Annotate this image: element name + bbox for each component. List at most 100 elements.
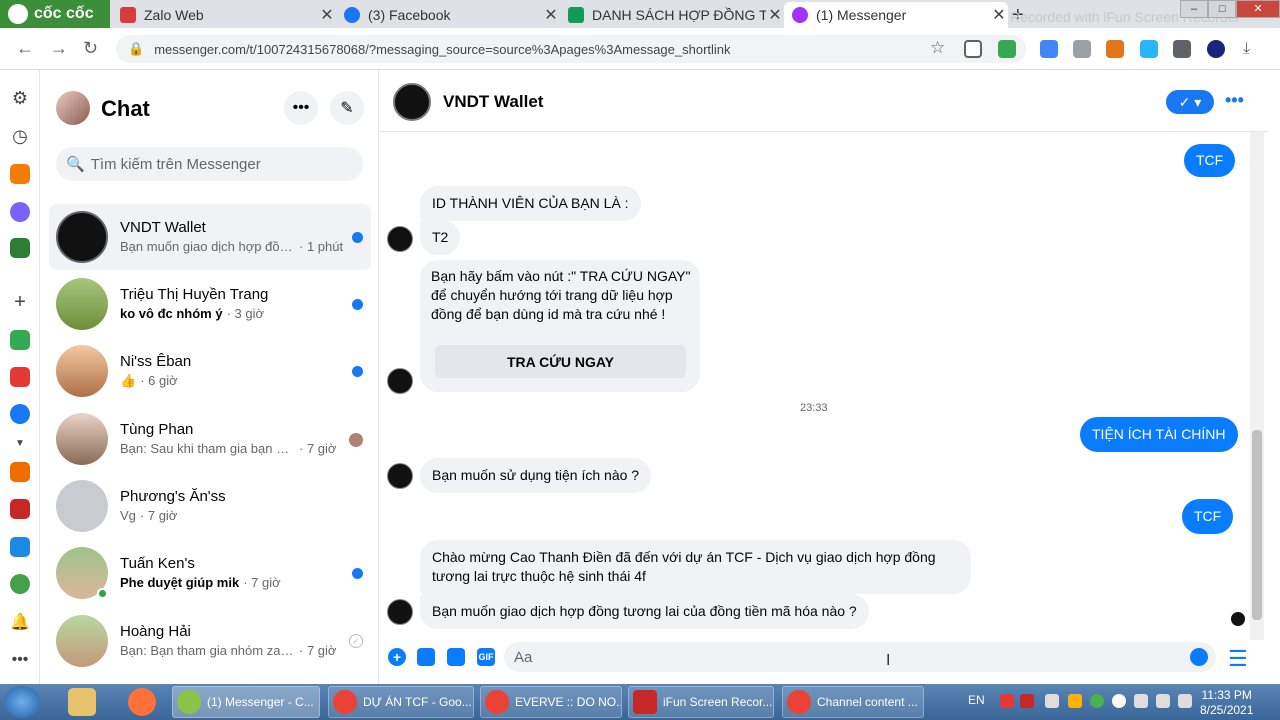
emoji-icon[interactable]: [1190, 648, 1208, 666]
youtube-icon[interactable]: [10, 367, 30, 387]
message-input[interactable]: Aa: [504, 642, 1216, 672]
tab-messenger[interactable]: (1) Messenger ✕: [784, 2, 1008, 28]
tray-icon[interactable]: [1112, 694, 1126, 708]
conversation-item[interactable]: Phương's Ăn'ss Vg · 7 giờ: [49, 473, 371, 539]
taskbar-item[interactable]: iFun Screen Recor...: [628, 686, 774, 718]
shopping-icon[interactable]: [10, 462, 30, 482]
extension-bird-icon[interactable]: [1140, 40, 1158, 58]
tab-sheets[interactable]: DANH SÁCH HỢP ĐỒNG TU ✕: [560, 2, 784, 28]
conversation-item[interactable]: Triệu Thị Huyền Trang ko vô đc nhóm ý · 3…: [49, 271, 371, 337]
avatar[interactable]: [393, 83, 431, 121]
close-icon[interactable]: ✕: [318, 5, 336, 25]
tray-icon[interactable]: [1020, 694, 1034, 708]
facebook-rail-icon[interactable]: [10, 404, 30, 424]
add-icon[interactable]: +: [10, 291, 30, 313]
back-icon[interactable]: ←: [16, 38, 34, 59]
coccoc-icon: [177, 690, 201, 714]
bookmark-star-icon[interactable]: ☆: [930, 38, 945, 58]
incoming-message[interactable]: Bạn muốn giao dịch hợp đồng tương lai củ…: [420, 594, 869, 629]
conversation-item[interactable]: Tuấn Ken's Phe duyệt giúp mik · 7 giờ: [49, 540, 371, 606]
close-window-icon[interactable]: ✕: [1236, 0, 1280, 18]
tray-icon[interactable]: [1000, 694, 1014, 708]
taskbar-item[interactable]: EVERVE :: DO NO...: [480, 686, 622, 718]
clock[interactable]: 11:33 PM 8/25/2021: [1200, 688, 1253, 718]
taskbar-item[interactable]: (1) Messenger - C...: [172, 686, 320, 718]
taskbar-item[interactable]: Channel content ...: [782, 686, 924, 718]
conversation-time: · 1 phút: [299, 239, 344, 254]
messenger-rail-icon[interactable]: [10, 202, 30, 222]
download-icon[interactable]: ⤓: [1243, 40, 1261, 58]
tray-icon[interactable]: [1045, 694, 1059, 708]
shield-icon[interactable]: [964, 40, 982, 58]
maximize-icon[interactable]: □: [1208, 0, 1237, 18]
plus-icon[interactable]: +: [388, 648, 406, 666]
conversation-name: Phương's Ăn'ss: [120, 488, 226, 505]
conversation-name: VNDT Wallet: [120, 219, 206, 236]
file-explorer-icon[interactable]: [68, 688, 96, 716]
incoming-message[interactable]: ID THÀNH VIÊN CỦA BẠN LÀ :: [420, 186, 641, 221]
conversation-item[interactable]: Tùng Phan Bạn: Sau khi tham gia bạn sẽ đ…: [49, 406, 371, 472]
close-icon[interactable]: ✕: [542, 5, 560, 25]
conversation-title[interactable]: VNDT Wallet: [443, 92, 543, 112]
check-dropdown-button[interactable]: ✓ ▾: [1166, 90, 1214, 114]
incoming-message[interactable]: T2: [420, 220, 461, 255]
gif-icon[interactable]: GIF: [477, 648, 495, 666]
scrollbar-thumb[interactable]: [1252, 430, 1262, 620]
close-icon[interactable]: ✕: [990, 5, 1008, 25]
volume-icon[interactable]: [1134, 694, 1148, 708]
image-icon[interactable]: [417, 648, 435, 666]
avatar[interactable]: [56, 91, 90, 125]
tray-icon[interactable]: [1090, 694, 1104, 708]
more-options-icon[interactable]: •••: [1225, 90, 1244, 111]
drive-icon[interactable]: [10, 330, 30, 350]
chevron-down-icon[interactable]: ▼: [10, 433, 30, 453]
puzzle-icon[interactable]: [1173, 40, 1191, 58]
crown-icon[interactable]: [10, 164, 30, 184]
profile-icon[interactable]: [1207, 40, 1225, 58]
new-message-button[interactable]: ✎: [330, 91, 364, 125]
tray-icon[interactable]: [1068, 694, 1082, 708]
outgoing-message[interactable]: TCF: [1182, 499, 1234, 534]
history-icon[interactable]: ◷: [10, 126, 30, 146]
more-icon[interactable]: •••: [10, 650, 30, 670]
game-icon[interactable]: [10, 238, 30, 258]
outgoing-message[interactable]: TIỆN ÍCH TÀI CHÍNH: [1080, 417, 1238, 452]
incoming-message[interactable]: Chào mừng Cao Thanh Điền đã đến với dự á…: [420, 540, 971, 594]
lookup-now-button[interactable]: TRA CỨU NGAY: [435, 345, 686, 378]
bell-icon[interactable]: 🔔: [10, 612, 30, 632]
sender-avatar: [387, 599, 413, 625]
metamask-icon[interactable]: [1106, 40, 1124, 58]
menu-icon[interactable]: ☰: [1228, 646, 1248, 672]
network-icon[interactable]: [1178, 694, 1192, 708]
conversation-item[interactable]: VNDT Wallet Bạn muốn giao dịch hợp đồn..…: [49, 204, 371, 270]
soccer-icon[interactable]: [10, 574, 30, 594]
search-input[interactable]: 🔍 Tìm kiếm trên Messenger: [56, 147, 363, 181]
tiki-icon[interactable]: [10, 537, 30, 557]
forward-icon[interactable]: →: [50, 38, 68, 59]
close-icon[interactable]: ✕: [766, 5, 784, 25]
browser-logo[interactable]: cốc cốc: [0, 0, 110, 28]
options-button[interactable]: •••: [284, 91, 318, 125]
tray-icon[interactable]: [1156, 694, 1170, 708]
conversation-item[interactable]: Hoàng Hải Bạn: Bạn tham gia nhóm zalo h.…: [49, 608, 371, 674]
taskbar-item[interactable]: DỰ ÁN TCF - Goo...: [328, 686, 474, 718]
start-button[interactable]: [4, 686, 40, 718]
extension-translate-icon[interactable]: [1040, 40, 1058, 58]
chrome-icon: [787, 690, 811, 714]
settings-icon[interactable]: ⚙: [10, 88, 30, 108]
sticker-icon[interactable]: [447, 648, 465, 666]
vtv-icon[interactable]: [10, 499, 30, 519]
conversation-name: Ni'ss Êban: [120, 353, 192, 370]
download-arrow-icon[interactable]: [998, 40, 1016, 58]
address-bar[interactable]: 🔒 messenger.com/t/100724315678068/?messa…: [116, 35, 1026, 63]
firefox-icon[interactable]: [128, 688, 156, 716]
extension-icon[interactable]: [1073, 40, 1091, 58]
minimize-icon[interactable]: –: [1180, 0, 1209, 18]
outgoing-message[interactable]: TCF: [1184, 144, 1236, 177]
reload-icon[interactable]: ↻: [83, 38, 98, 59]
language-indicator[interactable]: EN: [968, 693, 985, 707]
incoming-message[interactable]: Bạn muốn sử dụng tiện ích nào ?: [420, 458, 652, 493]
conversation-item[interactable]: Ni'ss Êban 👍 · 6 giờ: [49, 338, 371, 404]
tab-facebook[interactable]: (3) Facebook ✕: [336, 2, 560, 28]
tab-zalo[interactable]: Zalo Web ✕: [112, 2, 336, 28]
